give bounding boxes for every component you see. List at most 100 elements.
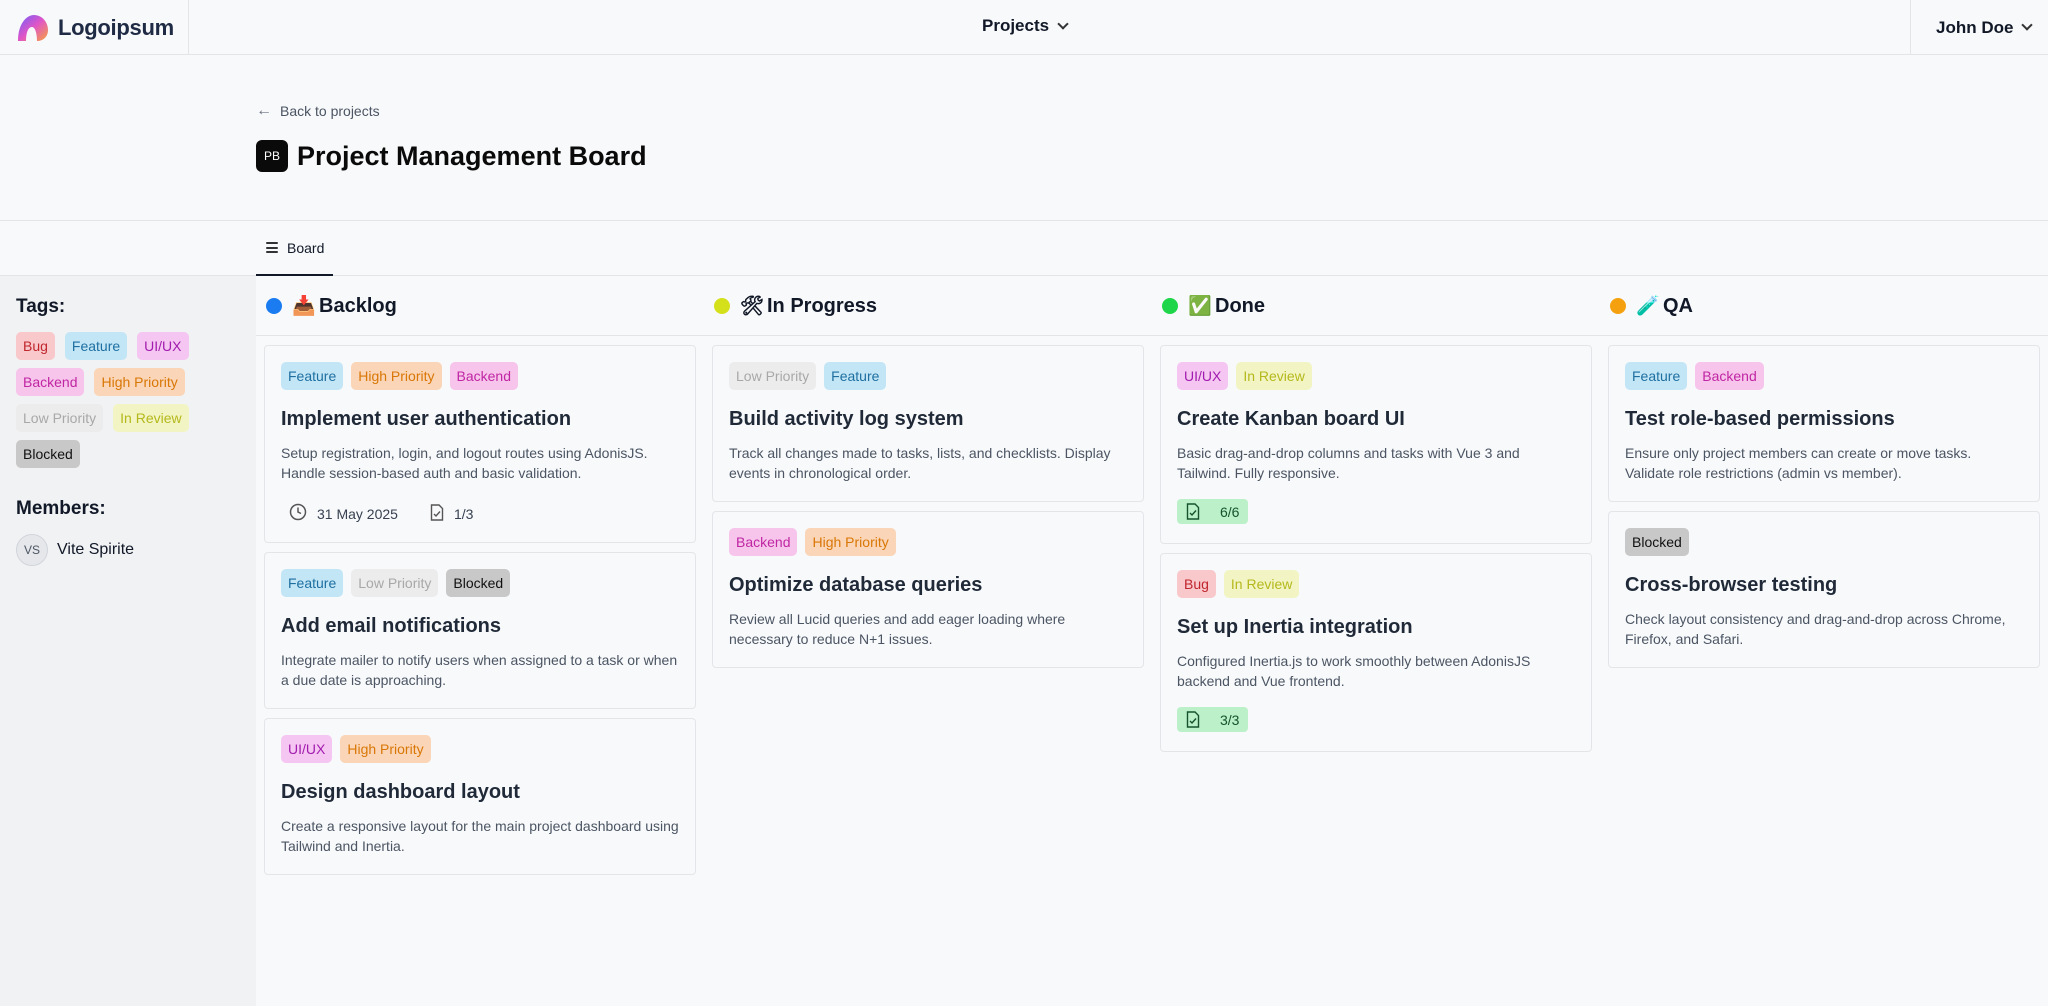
tag-badge: High Priority <box>805 528 896 556</box>
card-description: Configured Inertia.js to work smoothly b… <box>1177 653 1531 689</box>
task-card[interactable]: UI/UX High Priority Design dashboard layou… <box>264 718 696 875</box>
checklist-complete-badge: 6/6 <box>1177 499 1249 524</box>
member-item[interactable]: VS Vite Spirite <box>16 534 240 566</box>
tag-filter-ui-ux[interactable]: UI/UX <box>137 332 189 360</box>
card-description: Track all changes made to tasks, lists, … <box>729 445 1111 481</box>
page-title: Project Management Board <box>297 140 647 171</box>
card-title: Cross-browser testing <box>1625 574 1838 596</box>
user-menu[interactable]: John Doe <box>1910 0 2048 55</box>
project-badge: PB <box>256 140 288 172</box>
card-tags: Low Priority Feature <box>729 362 1127 390</box>
tab-label: Board <box>287 239 325 256</box>
card-tags: Feature Backend <box>1625 362 2023 390</box>
board-icon <box>266 242 278 253</box>
card-tags: Blocked <box>1625 528 2023 556</box>
task-card[interactable]: Blocked Cross-browser testing Check layout… <box>1608 511 2040 668</box>
tag-badge: Low Priority <box>351 569 439 597</box>
user-name: John Doe <box>1936 17 2014 37</box>
task-card[interactable]: Bug In Review Set up Inertia integration Co… <box>1160 553 1592 752</box>
tag-filter-in-review[interactable]: In Review <box>113 404 189 432</box>
card-description: Create a responsive layout for the main … <box>281 818 679 854</box>
checklist-count: 6/6 <box>1220 503 1240 520</box>
tag-badge: UI/UX <box>281 735 333 763</box>
tag-badge: Backend <box>449 362 518 390</box>
column-qa: Feature Backend Test role-based permission… <box>1608 345 2040 677</box>
card-title: Build activity log system <box>729 408 964 430</box>
back-link-label: Back to projects <box>280 103 380 119</box>
logo[interactable]: Logoipsum <box>0 0 189 55</box>
avatar: VS <box>16 534 48 566</box>
column-header-qa: 🧪 QA <box>1610 294 1693 318</box>
checklist-count: 1/3 <box>453 505 474 522</box>
tag-badge: Feature <box>281 569 344 597</box>
column-header-done: ✅ Done <box>1162 294 1265 318</box>
member-list: VS Vite Spirite <box>16 534 240 566</box>
due-date: 31 May 2025 <box>289 503 398 524</box>
column-in-progress: Low Priority Feature Build activity log sy… <box>712 345 1144 677</box>
tag-filter-low-priority[interactable]: Low Priority <box>16 404 104 432</box>
tag-filter-bug[interactable]: Bug <box>16 332 55 360</box>
task-card[interactable]: Feature High Priority Backend Implement use… <box>264 345 696 543</box>
status-dot <box>1162 298 1178 314</box>
checklist-icon <box>1186 711 1210 728</box>
task-card[interactable]: Backend High Priority Optimize database qu… <box>712 511 1144 668</box>
projects-menu-label: Projects <box>982 16 1050 35</box>
tag-filter-blocked[interactable]: Blocked <box>16 440 80 468</box>
tag-filter-feature[interactable]: Feature <box>64 332 128 360</box>
task-card[interactable]: UI/UX In Review Create Kanban board UI Basi… <box>1160 345 1592 544</box>
tag-badge: Feature <box>1625 362 1688 390</box>
tag-badge: High Priority <box>340 735 431 763</box>
column-header-backlog: 📥 Backlog <box>266 294 397 318</box>
tag-badge: Blocked <box>1625 528 1689 556</box>
projects-menu[interactable]: Projects <box>982 16 1069 36</box>
task-card[interactable]: Feature Backend Test role-based permission… <box>1608 345 2040 502</box>
due-date-text: 31 May 2025 <box>317 505 398 522</box>
card-tags: Feature Low Priority Blocked <box>281 569 679 597</box>
tag-badge: Backend <box>1695 362 1764 390</box>
card-tags: UI/UX High Priority <box>281 735 679 763</box>
checklist-complete-badge: 3/3 <box>1177 707 1249 732</box>
chevron-down-icon <box>2021 19 2034 31</box>
sidebar: Tags: Bug Feature UI/UX Backend High Priorit… <box>0 276 256 1006</box>
card-description: Ensure only project members can create o… <box>1625 445 1972 481</box>
card-tags: Feature High Priority Backend <box>281 362 679 390</box>
card-title: Design dashboard layout <box>281 781 520 803</box>
column-done: UI/UX In Review Create Kanban board UI Basi… <box>1160 345 1592 761</box>
card-meta: 31 May 2025 1/3 <box>281 503 679 524</box>
card-description: Review all Lucid queries and add eager l… <box>729 611 1066 647</box>
tag-badge: Feature <box>824 362 887 390</box>
tag-badge: High Priority <box>351 362 442 390</box>
card-title: Set up Inertia integration <box>1177 616 1413 638</box>
project-header: ← Back to projects PB Project Management… <box>0 56 2048 221</box>
task-card[interactable]: Low Priority Feature Build activity log sy… <box>712 345 1144 502</box>
checklist-progress: 1/3 <box>430 503 474 524</box>
card-title: Add email notifications <box>281 615 502 637</box>
card-description: Check layout consistency and drag-and-dr… <box>1625 611 2006 647</box>
task-card[interactable]: Feature Low Priority Blocked Add email noti… <box>264 552 696 709</box>
checklist-icon <box>1186 503 1210 520</box>
column-icon: 🛠 <box>740 296 765 317</box>
status-dot <box>266 298 282 314</box>
column-icon: 🧪 <box>1636 296 1660 317</box>
card-tags: Bug In Review <box>1177 570 1575 598</box>
card-title: Create Kanban board UI <box>1177 408 1405 430</box>
logo-icon <box>18 14 48 41</box>
members-heading: Members: <box>16 498 106 519</box>
column-icon: 📥 <box>292 296 316 317</box>
card-description: Setup registration, login, and logout ro… <box>281 445 648 481</box>
tag-filter-high-priority[interactable]: High Priority <box>94 368 185 396</box>
card-tags: UI/UX In Review <box>1177 362 1575 390</box>
tag-filter-backend[interactable]: Backend <box>16 368 85 396</box>
checklist-icon <box>430 503 444 524</box>
column-headers: 📥 Backlog 🛠 In Progress ✅ Done 🧪 QA <box>256 276 2048 336</box>
tag-badge: In Review <box>1223 570 1300 598</box>
card-title: Optimize database queries <box>729 574 983 596</box>
tag-badge: UI/UX <box>1177 362 1229 390</box>
tab-board[interactable]: Board <box>256 221 333 276</box>
back-to-projects-link[interactable]: ← Back to projects <box>256 102 380 120</box>
tag-list: Bug Feature UI/UX Backend High Priority Low P… <box>16 332 231 468</box>
clock-icon <box>289 503 307 524</box>
column-icon: ✅ <box>1188 296 1212 317</box>
kanban-board: 📥 Backlog 🛠 In Progress ✅ Done 🧪 QA Feature High… <box>256 276 2048 1006</box>
tabs-bar: Board <box>0 221 2048 276</box>
